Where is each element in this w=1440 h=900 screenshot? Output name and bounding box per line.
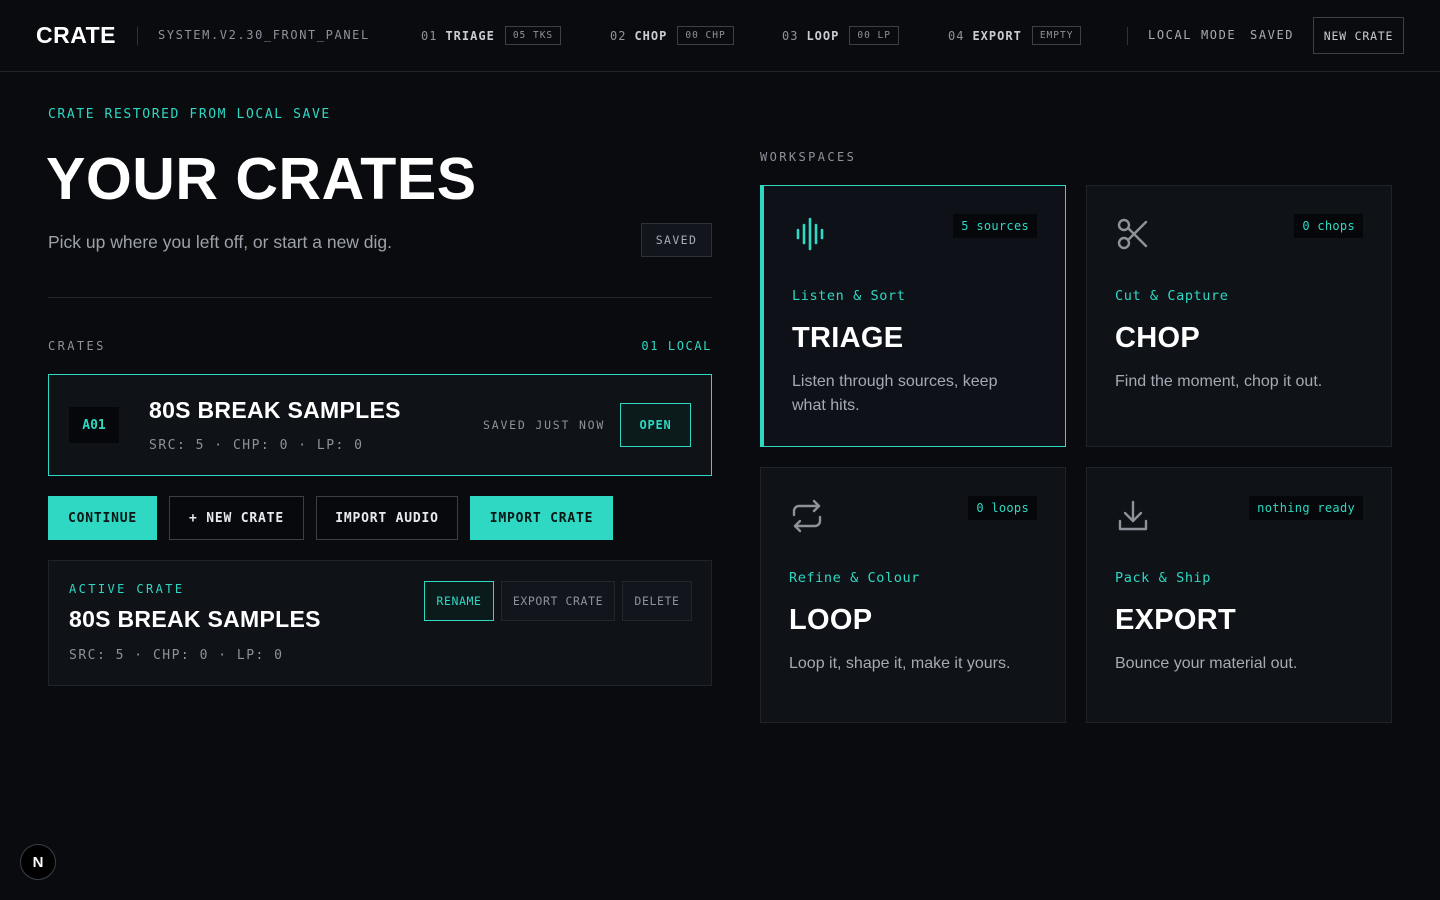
crates-section-label: CRATES [48, 339, 106, 353]
workspace-badge: 0 loops [968, 496, 1037, 520]
system-version: SYSTEM.V2.30_FRONT_PANEL [158, 28, 370, 42]
page-subtitle: Pick up where you left off, or start a n… [48, 232, 393, 252]
workspace-title: LOOP [789, 604, 873, 636]
step-label: EXPORT [972, 28, 1022, 43]
step-tag: EMPTY [1031, 26, 1082, 45]
workspace-badge: nothing ready [1249, 496, 1363, 520]
workspace-description: Bounce your material out. [1115, 655, 1298, 672]
workspace-card-chop[interactable]: 0 chops Cut & Capture CHOP Find the mome… [1086, 185, 1392, 447]
workspace-kicker: Listen & Sort [792, 288, 906, 304]
active-crate-label: ACTIVE CRATE [69, 582, 185, 596]
dev-tools-badge[interactable]: N [20, 844, 56, 880]
step-triage[interactable]: 01 TRIAGE 05 TKS [421, 26, 562, 45]
workspace-badge: 5 sources [953, 214, 1037, 238]
workspace-kicker: Refine & Colour [789, 570, 920, 586]
app-logo[interactable]: CRATE [36, 22, 116, 49]
top-bar: CRATE SYSTEM.V2.30_FRONT_PANEL 01 TRIAGE… [0, 0, 1440, 72]
step-loop[interactable]: 03 LOOP 00 LP [782, 26, 899, 45]
step-label: TRIAGE [445, 28, 495, 43]
download-icon [1118, 500, 1148, 531]
mode-indicator: LOCAL MODE [1148, 28, 1237, 42]
workspace-description: Loop it, shape it, make it yours. [789, 655, 1011, 672]
saved-badge: SAVED [641, 223, 712, 257]
workspace-card-export[interactable]: nothing ready Pack & Ship EXPORT Bounce … [1086, 467, 1392, 723]
workspaces-label: WORKSPACES [760, 150, 857, 164]
crate-id-badge: A01 [69, 407, 119, 443]
restore-notice: CRATE RESTORED FROM LOCAL SAVE [48, 107, 331, 122]
step-number: 04 [948, 28, 965, 43]
step-tag: 05 TKS [504, 26, 562, 45]
workspace-card-loop[interactable]: 0 loops Refine & Colour LOOP Loop it, sh… [760, 467, 1066, 723]
import-crate-button[interactable]: IMPORT CRATE [470, 496, 613, 540]
workspace-title: EXPORT [1115, 604, 1237, 636]
export-crate-button[interactable]: EXPORT CRATE [501, 581, 615, 621]
header-divider [137, 27, 138, 45]
step-number: 02 [610, 28, 627, 43]
delete-button[interactable]: DELETE [622, 581, 692, 621]
step-number: 01 [421, 28, 438, 43]
workspace-title: CHOP [1115, 322, 1200, 354]
rename-button[interactable]: RENAME [424, 581, 494, 621]
section-divider [48, 297, 712, 298]
workspace-badge: 0 chops [1294, 214, 1363, 238]
step-label: LOOP [806, 28, 840, 43]
continue-button[interactable]: CONTINUE [48, 496, 157, 540]
crate-saved-status: SAVED JUST NOW [483, 418, 606, 432]
step-label: CHOP [634, 28, 668, 43]
step-tag: 00 LP [849, 26, 899, 45]
active-crate-stats: SRC: 5 · CHP: 0 · LP: 0 [69, 648, 284, 663]
save-status: SAVED [1250, 28, 1295, 42]
workspace-kicker: Cut & Capture [1115, 288, 1229, 304]
step-chop[interactable]: 02 CHOP 00 CHP [610, 26, 734, 45]
step-export[interactable]: 04 EXPORT EMPTY [948, 26, 1082, 45]
active-crate-panel: ACTIVE CRATE 80S BREAK SAMPLES SRC: 5 · … [48, 560, 712, 686]
workspace-description: Listen through sources, keep what hits. [792, 373, 998, 414]
crate-name: 80S BREAK SAMPLES [149, 397, 401, 423]
scissors-icon [1117, 218, 1148, 250]
step-tag: 00 CHP [677, 26, 734, 45]
step-number: 03 [782, 28, 799, 43]
header-divider [1127, 27, 1128, 45]
new-crate-button[interactable]: + NEW CRATE [169, 496, 304, 540]
crate-stats: SRC: 5 · CHP: 0 · LP: 0 [149, 438, 364, 453]
waveform-icon [796, 217, 824, 251]
active-crate-name: 80S BREAK SAMPLES [69, 606, 321, 632]
workspace-card-triage[interactable]: 5 sources Listen & Sort TRIAGE Listen th… [760, 185, 1066, 447]
crate-list-item[interactable]: A01 80S BREAK SAMPLES SRC: 5 · CHP: 0 · … [48, 374, 712, 476]
repeat-icon [792, 499, 822, 533]
workspace-kicker: Pack & Ship [1115, 570, 1212, 586]
open-crate-button[interactable]: OPEN [620, 403, 691, 447]
crates-count: 01 LOCAL [641, 339, 712, 353]
import-audio-button[interactable]: IMPORT AUDIO [316, 496, 458, 540]
page-title: YOUR CRATES [46, 146, 477, 212]
header-new-crate-button[interactable]: NEW CRATE [1313, 17, 1404, 54]
workspace-title: TRIAGE [792, 322, 904, 354]
workspace-description: Find the moment, chop it out. [1115, 373, 1323, 390]
